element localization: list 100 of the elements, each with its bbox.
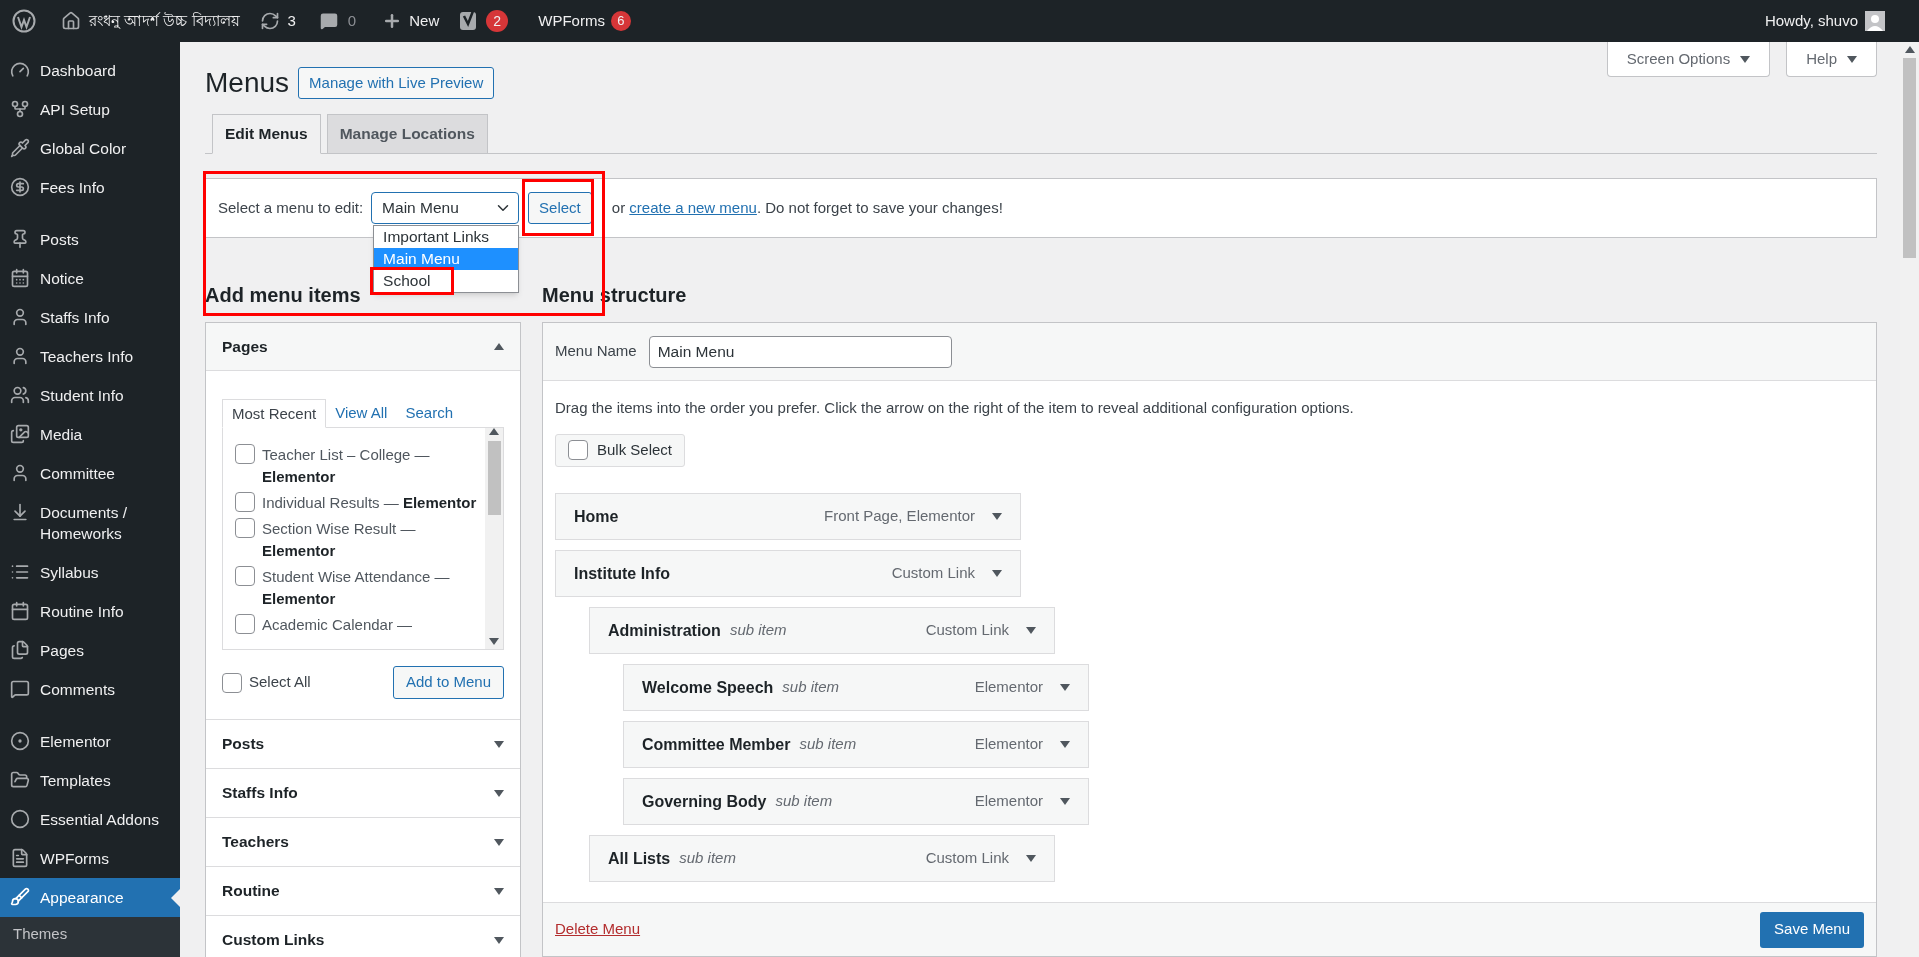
select-label: Select a menu to edit: (218, 197, 364, 218)
brush-icon (10, 887, 30, 907)
sidebar-item[interactable]: Staffs Info (0, 298, 180, 337)
accordion-header[interactable]: Pages (206, 323, 520, 371)
menu-item-type: Front Page, Elementor (824, 506, 975, 527)
add-to-menu-button[interactable]: Add to Menu (392, 666, 504, 699)
dropdown-option[interactable]: Important Links (374, 226, 519, 248)
new-link[interactable]: New (409, 9, 440, 33)
sidebar-item[interactable]: Global Color (0, 129, 180, 168)
scroll-thumb[interactable] (487, 441, 501, 515)
save-menu-button[interactable]: Save Menu (1760, 911, 1864, 948)
checkbox[interactable] (235, 566, 255, 586)
sidebar-item[interactable]: Templates (0, 761, 180, 800)
expand-arrow-icon (1060, 684, 1070, 691)
menu-item-title: All Lists (608, 848, 671, 869)
menu-item-note: sub item (799, 734, 857, 755)
comment-icon (10, 679, 30, 699)
sidebar-item[interactable]: API Setup (0, 90, 180, 129)
menu-name-field[interactable]: Main Menu (648, 335, 952, 368)
images-icon (10, 424, 30, 444)
screen-options-button[interactable]: Screen Options (1606, 42, 1771, 77)
menu-item-title: Welcome Speech (642, 677, 774, 698)
accordion-header[interactable]: Teachers (206, 818, 520, 866)
sidebar-item[interactable]: Pages (0, 631, 180, 670)
checkbox[interactable] (235, 518, 255, 538)
menu-item-bar[interactable]: Administration sub item Custom Link (589, 607, 1055, 654)
sidebar-item[interactable]: WPForms (0, 839, 180, 878)
sidebar-item[interactable]: Routine Info (0, 592, 180, 631)
scroll-thumb[interactable] (1903, 58, 1916, 258)
checkbox[interactable] (235, 492, 255, 512)
sidebar-item[interactable]: Essential Addons (0, 800, 180, 839)
greeting-link[interactable]: Howdy, shuvo (1764, 9, 1858, 33)
page-tab[interactable]: Most Recent (222, 399, 327, 428)
sidebar-label: API Setup (40, 100, 110, 120)
avatar-icon[interactable] (1865, 11, 1885, 31)
checkbox[interactable] (235, 614, 255, 634)
nav-tab[interactable]: Edit Menus (212, 114, 321, 154)
live-preview-button[interactable]: Manage with Live Preview (298, 67, 495, 99)
nav-tab[interactable]: Manage Locations (326, 114, 488, 154)
scrollbar[interactable] (485, 428, 503, 649)
site-name-link[interactable]: রংধনু আদর্শ উচ্চ বিদ্যালয় (89, 9, 240, 33)
accordion-header[interactable]: Staffs Info (206, 769, 520, 817)
sidebar-label: Posts (40, 230, 79, 250)
checkbox[interactable] (222, 672, 242, 693)
user-icon (10, 463, 30, 483)
sidebar-item[interactable]: Appearance (0, 878, 180, 917)
instructions-text: Drag the items into the order you prefer. Click the arrow on the right of the item to reveal additional configuration options. (555, 398, 1355, 418)
sidebar-label: Staffs Info (40, 308, 110, 328)
sidebar-item[interactable]: Elementor (0, 722, 180, 761)
menu-item-bar[interactable]: Committee Member sub item Elementor (623, 721, 1089, 768)
menu-item-bar[interactable]: Institute Info Custom Link (555, 550, 1021, 597)
sidebar-item[interactable]: Student Info (0, 376, 180, 415)
sidebar-item[interactable]: Committee (0, 454, 180, 493)
pin-icon (10, 229, 30, 249)
page-option-label: Academic Calendar — (262, 615, 413, 635)
download-icon (10, 502, 30, 522)
menu-item-bar[interactable]: All Lists sub item Custom Link (589, 835, 1055, 882)
wordpress-logo-icon[interactable] (12, 9, 36, 33)
sidebar-item[interactable]: Posts (0, 220, 180, 259)
sidebar-item[interactable]: Fees Info (0, 168, 180, 207)
sidebar-item[interactable]: Documents / Homeworks (0, 493, 180, 553)
accordion-header[interactable]: Custom Links (206, 916, 520, 957)
menu-item-note: sub item (729, 620, 787, 641)
scroll-up-icon (489, 428, 499, 435)
fork-icon (10, 99, 30, 119)
home-icon[interactable] (61, 11, 81, 31)
create-menu-link[interactable]: create a new menu (629, 198, 757, 216)
checkbox[interactable] (235, 444, 255, 464)
page-tab[interactable]: View All (326, 399, 397, 428)
bulk-select-button[interactable]: Bulk Select (555, 433, 686, 467)
updates-icon[interactable] (259, 11, 280, 31)
updates-count[interactable]: 3 (287, 9, 296, 33)
dropdown-option[interactable]: School (374, 270, 519, 292)
accordion-header[interactable]: Routine (206, 867, 520, 915)
sidebar-item[interactable]: Media (0, 415, 180, 454)
menu-select[interactable]: Main Menu (371, 192, 520, 224)
form-icon (10, 848, 30, 868)
sidebar-label: Routine Info (40, 602, 124, 622)
select-button[interactable]: Select (528, 192, 592, 224)
sidebar-item[interactable]: Notice (0, 259, 180, 298)
select-hint: or create a new menu. Do not forget to save your changes! (611, 197, 1003, 218)
sidebar-item[interactable]: Dashboard (0, 51, 180, 90)
sidebar-label: Teachers Info (40, 347, 134, 367)
comments-count[interactable]: 0 (347, 9, 357, 33)
menu-item-type: Custom Link (925, 848, 1009, 869)
accordion-header[interactable]: Posts (206, 720, 520, 768)
delete-menu-link[interactable]: Delete Menu (555, 918, 641, 941)
help-button[interactable]: Help (1786, 42, 1877, 77)
menu-item-bar[interactable]: Welcome Speech sub item Elementor (623, 664, 1089, 711)
menu-item-bar[interactable]: Home Front Page, Elementor (555, 493, 1021, 540)
comment-icon[interactable] (319, 12, 338, 30)
menu-item-title: Home (574, 506, 619, 527)
sidebar-item[interactable]: Comments (0, 670, 180, 709)
sidebar-item[interactable]: Syllabus (0, 553, 180, 592)
wpforms-link[interactable]: WPForms (538, 9, 605, 33)
sidebar-item[interactable]: Teachers Info (0, 337, 180, 376)
menu-item-bar[interactable]: Governing Body sub item Elementor (623, 778, 1089, 825)
expand-arrow-icon (494, 789, 504, 797)
checkbox[interactable] (568, 440, 588, 460)
page-tab[interactable]: Search (396, 399, 462, 428)
